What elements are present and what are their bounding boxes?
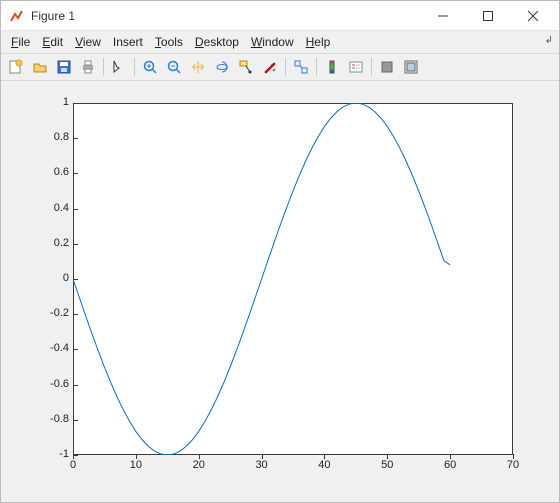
y-tick-label: -0.6 (9, 378, 69, 390)
open-button[interactable] (29, 56, 51, 78)
new-figure-button[interactable] (5, 56, 27, 78)
menu-view[interactable]: View (75, 35, 101, 49)
x-tick-label: 10 (130, 459, 142, 471)
x-tick (324, 454, 325, 459)
y-tick-label: -1 (9, 448, 69, 460)
y-tick-label: 1 (9, 96, 69, 108)
x-tick (513, 454, 514, 459)
print-button[interactable] (77, 56, 99, 78)
save-button[interactable] (53, 56, 75, 78)
edit-plot-button[interactable] (108, 56, 130, 78)
y-tick (73, 103, 78, 104)
y-tick (73, 209, 78, 210)
x-tick-label: 40 (318, 459, 330, 471)
zoom-out-button[interactable] (163, 56, 185, 78)
y-tick (73, 385, 78, 386)
maximize-button[interactable] (465, 2, 510, 30)
menu-edit[interactable]: Edit (42, 35, 63, 49)
y-tick-label: 0.2 (9, 237, 69, 249)
insert-colorbar-button[interactable] (321, 56, 343, 78)
menu-file[interactable]: File (11, 35, 30, 49)
y-tick (73, 138, 78, 139)
plot-area[interactable]: -1-0.8-0.6-0.4-0.200.20.40.60.8101020304… (1, 81, 559, 501)
x-tick (136, 454, 137, 459)
y-tick-label: -0.4 (9, 342, 69, 354)
y-tick (73, 244, 78, 245)
hide-plot-tools-button[interactable] (376, 56, 398, 78)
y-tick-label: 0.6 (9, 166, 69, 178)
x-tick-label: 0 (70, 459, 76, 471)
menu-tools[interactable]: Tools (155, 35, 183, 49)
zoom-in-button[interactable] (139, 56, 161, 78)
y-tick-label: -0.2 (9, 307, 69, 319)
window-title: Figure 1 (31, 9, 75, 23)
x-tick (387, 454, 388, 459)
y-tick (73, 173, 78, 174)
brush-button[interactable] (259, 56, 281, 78)
y-tick-label: 0.4 (9, 202, 69, 214)
y-tick (73, 279, 78, 280)
x-tick (262, 454, 263, 459)
minimize-button[interactable] (420, 2, 465, 30)
pan-button[interactable] (187, 56, 209, 78)
show-plot-tools-button[interactable] (400, 56, 422, 78)
y-tick (73, 420, 78, 421)
titlebar: Figure 1 (1, 1, 559, 31)
toolbar-overflow-icon[interactable]: ↲ (545, 35, 553, 46)
menu-help[interactable]: Help (306, 35, 331, 49)
matlab-figure-icon (9, 8, 25, 24)
close-button[interactable] (510, 2, 555, 30)
menubar: File Edit View Insert Tools Desktop Wind… (1, 31, 559, 53)
toolbar (1, 53, 559, 81)
menu-window[interactable]: Window (251, 35, 294, 49)
y-tick-label: 0.8 (9, 131, 69, 143)
x-tick-label: 30 (255, 459, 267, 471)
y-tick (73, 349, 78, 350)
data-cursor-button[interactable] (235, 56, 257, 78)
menu-insert[interactable]: Insert (113, 35, 143, 49)
y-tick (73, 314, 78, 315)
link-plot-button[interactable] (290, 56, 312, 78)
line-series (73, 103, 513, 455)
y-tick-label: -0.8 (9, 413, 69, 425)
x-tick-label: 60 (444, 459, 456, 471)
insert-legend-button[interactable] (345, 56, 367, 78)
y-tick-label: 0 (9, 272, 69, 284)
x-tick (73, 454, 74, 459)
x-tick (450, 454, 451, 459)
x-tick (199, 454, 200, 459)
x-tick-label: 20 (193, 459, 205, 471)
x-tick-label: 70 (507, 459, 519, 471)
x-tick-label: 50 (381, 459, 393, 471)
menu-desktop[interactable]: Desktop (195, 35, 239, 49)
rotate-3d-button[interactable] (211, 56, 233, 78)
